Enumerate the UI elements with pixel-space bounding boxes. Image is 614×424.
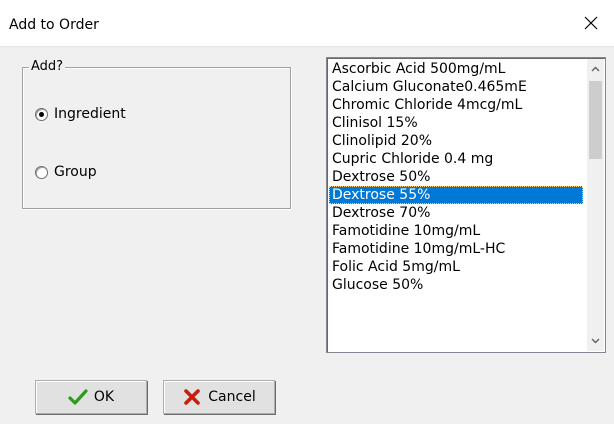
group-radio-label: Group <box>54 164 97 180</box>
ingredient-radio-circle[interactable] <box>35 107 48 121</box>
scroll-down-button[interactable] <box>587 332 604 349</box>
list-item[interactable]: Folic Acid 5mg/mL <box>329 258 583 276</box>
list-item[interactable]: Chromic Chloride 4mcg/mL <box>329 96 583 114</box>
ingredient-listbox[interactable]: Ascorbic Acid 500mg/mL Calcium Gluconate0… <box>326 57 606 353</box>
list-item[interactable]: Dextrose 70% <box>329 204 583 222</box>
group-radio-circle[interactable] <box>35 165 48 179</box>
chevron-down-icon <box>591 338 600 344</box>
cancel-button[interactable]: Cancel <box>163 380 275 414</box>
scroll-up-button[interactable] <box>587 61 604 78</box>
chevron-up-icon <box>591 66 600 72</box>
group-radio[interactable]: Group <box>35 163 97 181</box>
close-button[interactable] <box>568 0 614 46</box>
list-item[interactable]: Clinolipid 20% <box>329 132 583 150</box>
close-icon <box>584 16 598 30</box>
x-mark-icon <box>184 389 201 405</box>
ok-button[interactable]: OK <box>35 380 147 414</box>
add-groupbox: Add? Ingredient Group <box>22 59 291 209</box>
list-item[interactable]: Cupric Chloride 0.4 mg <box>329 150 583 168</box>
scroll-thumb[interactable] <box>589 81 602 159</box>
vertical-scrollbar[interactable] <box>587 59 604 351</box>
ingredient-radio[interactable]: Ingredient <box>35 105 126 123</box>
title-bar[interactable]: Add to Order <box>0 0 614 47</box>
checkmark-icon <box>68 389 88 405</box>
list-item[interactable]: Calcium Gluconate0.465mE <box>329 78 583 96</box>
ok-button-label: OK <box>93 389 115 405</box>
ingredient-radio-label: Ingredient <box>54 106 126 122</box>
cancel-button-label: Cancel <box>208 389 256 405</box>
add-groupbox-legend: Add? <box>29 59 66 75</box>
list-item[interactable]: Dextrose 55% <box>329 186 583 204</box>
list-item[interactable]: Ascorbic Acid 500mg/mL <box>329 60 583 78</box>
list-items: Ascorbic Acid 500mg/mL Calcium Gluconate0… <box>329 60 583 294</box>
list-item[interactable]: Famotidine 10mg/mL <box>329 222 583 240</box>
list-item[interactable]: Dextrose 50% <box>329 168 583 186</box>
window-title: Add to Order <box>9 17 99 33</box>
list-item[interactable]: Glucose 50% <box>329 276 583 294</box>
list-item[interactable]: Clinisol 15% <box>329 114 583 132</box>
list-item[interactable]: Famotidine 10mg/mL-HC <box>329 240 583 258</box>
